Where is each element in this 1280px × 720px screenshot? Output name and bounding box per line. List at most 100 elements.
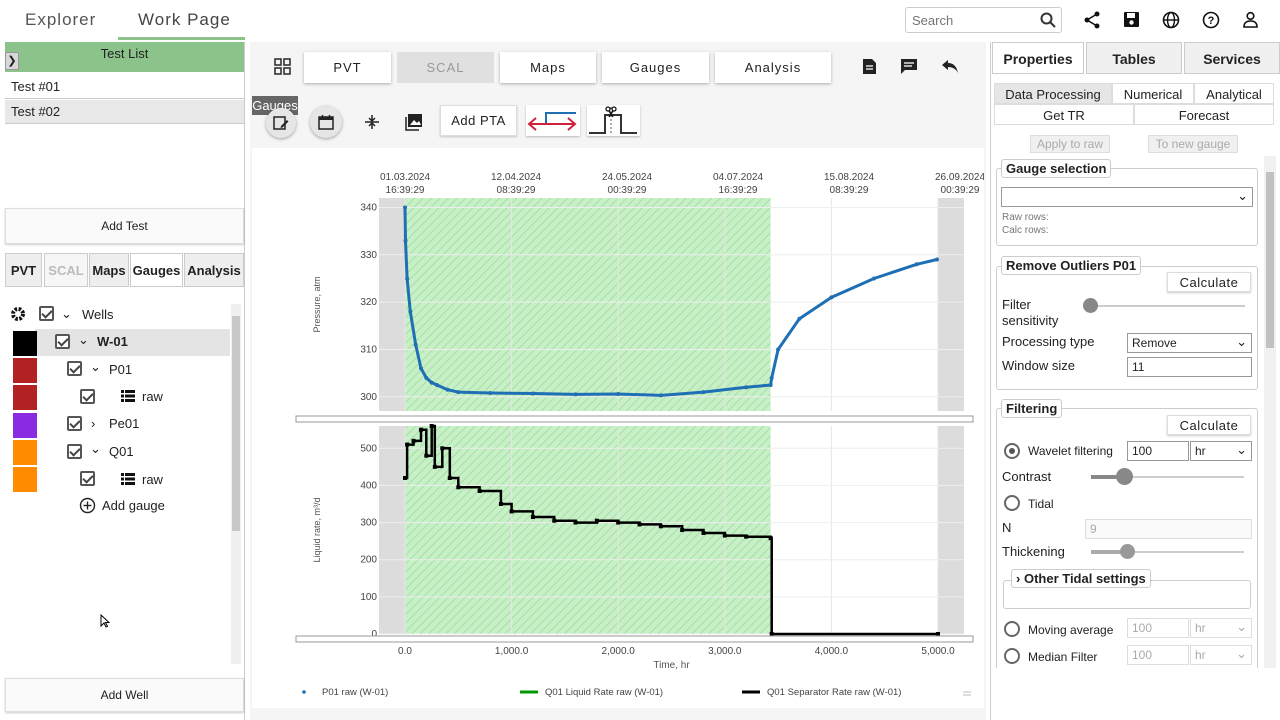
add-gauge-link[interactable]: Add gauge: [102, 498, 165, 513]
chevron-down-icon[interactable]: ⌄: [90, 359, 101, 375]
share-icon[interactable]: [1083, 11, 1101, 29]
help-icon[interactable]: ?: [1202, 11, 1220, 29]
checkbox-p01-raw[interactable]: [80, 389, 95, 404]
chevron-down-icon[interactable]: ⌄: [61, 306, 72, 322]
window-size-input[interactable]: 11: [1127, 357, 1252, 377]
drag-handle-icon[interactable]: [963, 690, 971, 698]
color-swatch-q01[interactable]: [13, 440, 37, 465]
expand-panel-button[interactable]: ❯: [5, 52, 19, 70]
search-input[interactable]: [912, 9, 1042, 31]
center-tab-analysis[interactable]: Analysis: [715, 52, 831, 83]
compress-button[interactable]: [356, 106, 388, 138]
color-swatch-q01-raw[interactable]: [13, 467, 37, 492]
tree-q01[interactable]: Q01: [109, 444, 134, 459]
globe-icon[interactable]: [1162, 11, 1180, 29]
color-swatch-pe01[interactable]: [13, 413, 37, 438]
center-tab-gauges[interactable]: Gauges: [602, 52, 709, 83]
search-box[interactable]: [905, 7, 1062, 33]
thickening-knob[interactable]: [1120, 544, 1135, 559]
chart-svg[interactable]: 300310320330340Pressure, atm010020030040…: [252, 148, 985, 708]
filtering-calculate-button[interactable]: Calculate: [1167, 415, 1251, 435]
document-icon[interactable]: [862, 58, 877, 75]
checkbox-pe01[interactable]: [67, 416, 82, 431]
image-button[interactable]: [398, 106, 430, 138]
user-icon[interactable]: [1242, 11, 1259, 28]
wavelet-unit-select[interactable]: hr ⌄: [1190, 441, 1252, 461]
checkbox-q01[interactable]: [67, 444, 82, 459]
to-new-gauge-button[interactable]: To new gauge: [1148, 135, 1238, 153]
n-input[interactable]: 9: [1085, 519, 1252, 539]
moving-average-unit[interactable]: hr ⌄: [1190, 618, 1252, 638]
center-tab-maps[interactable]: Maps: [500, 52, 596, 83]
left-tab-scal[interactable]: SCAL: [44, 253, 88, 287]
subtab-analytical[interactable]: Analytical: [1194, 83, 1274, 104]
tree-pe01[interactable]: Pe01: [109, 416, 139, 431]
right-tab-services[interactable]: Services: [1184, 42, 1280, 74]
test-item-01[interactable]: Test #01: [5, 75, 244, 99]
center-tab-scal[interactable]: SCAL: [397, 52, 494, 83]
tree-scrollbar[interactable]: [231, 304, 241, 664]
tidal-radio[interactable]: [1004, 495, 1020, 511]
subtab-get-tr[interactable]: Get TR: [994, 104, 1134, 125]
shift-button[interactable]: [526, 105, 580, 136]
median-filter-input[interactable]: 100: [1127, 645, 1189, 665]
right-scrollbar-thumb[interactable]: [1266, 172, 1274, 348]
add-circle-icon[interactable]: [79, 497, 96, 514]
subtab-data-processing[interactable]: Data Processing: [994, 83, 1112, 104]
checkbox-p01[interactable]: [67, 361, 82, 376]
undo-icon[interactable]: [941, 59, 959, 74]
median-filter-radio[interactable]: [1004, 648, 1020, 664]
left-tab-gauges[interactable]: Gauges: [130, 253, 183, 287]
chevron-down-icon[interactable]: ⌄: [78, 332, 89, 348]
left-tab-maps[interactable]: Maps: [89, 253, 129, 287]
chevron-down-icon[interactable]: ⌄: [90, 441, 101, 457]
wavelet-radio[interactable]: [1004, 443, 1020, 459]
right-scrollbar[interactable]: [1264, 156, 1276, 668]
cut-button[interactable]: [587, 105, 640, 136]
other-tidal-toggle[interactable]: › Other Tidal settings: [1011, 569, 1151, 588]
right-tab-properties[interactable]: Properties: [992, 42, 1084, 74]
tree-wells[interactable]: Wells: [82, 307, 114, 322]
tree-p01[interactable]: P01: [109, 362, 132, 377]
add-test-button[interactable]: Add Test: [5, 208, 244, 244]
comment-icon[interactable]: [900, 58, 918, 75]
checkbox-q01-raw[interactable]: [80, 471, 95, 486]
apply-to-raw-button[interactable]: Apply to raw: [1030, 135, 1110, 153]
edit-gauge-button[interactable]: [266, 108, 296, 138]
color-swatch-w01[interactable]: [13, 331, 37, 356]
left-tab-pvt[interactable]: PVT: [5, 253, 42, 287]
processing-type-select[interactable]: Remove ⌄: [1127, 333, 1252, 353]
tab-work-page[interactable]: Work Page: [138, 0, 231, 40]
scrollbar-thumb[interactable]: [232, 316, 240, 531]
moving-average-radio[interactable]: [1004, 621, 1020, 637]
wavelet-value-input[interactable]: 100: [1127, 441, 1189, 461]
test-item-02[interactable]: Test #02: [5, 100, 244, 124]
tree-q01-raw[interactable]: raw: [142, 472, 163, 487]
outliers-calculate-button[interactable]: Calculate: [1167, 272, 1251, 292]
subtab-forecast[interactable]: Forecast: [1134, 104, 1274, 125]
checkbox-w01[interactable]: [55, 334, 70, 349]
color-swatch-p01[interactable]: [13, 358, 37, 383]
subtab-numerical[interactable]: Numerical: [1112, 83, 1194, 104]
tab-explorer[interactable]: Explorer: [25, 0, 96, 40]
calendar-button[interactable]: [310, 106, 342, 138]
filter-sensitivity-slider[interactable]: [1089, 305, 1245, 307]
median-filter-unit[interactable]: hr ⌄: [1190, 645, 1252, 665]
search-icon[interactable]: [1040, 12, 1056, 28]
color-swatch-p01-raw[interactable]: [13, 385, 37, 410]
contrast-knob[interactable]: [1116, 468, 1133, 485]
save-icon[interactable]: [1123, 11, 1140, 28]
tree-p01-raw[interactable]: raw: [142, 389, 163, 404]
add-pta-button[interactable]: Add PTA: [440, 105, 517, 136]
filter-sensitivity-knob[interactable]: [1083, 298, 1098, 313]
checkbox-wells[interactable]: [39, 306, 54, 321]
grid-icon[interactable]: [274, 58, 291, 75]
center-tab-pvt[interactable]: PVT: [304, 52, 391, 83]
tree-w01[interactable]: W-01: [97, 334, 128, 349]
moving-average-input[interactable]: 100: [1127, 618, 1189, 638]
chevron-right-icon[interactable]: ›: [91, 416, 95, 431]
add-well-button[interactable]: Add Well: [5, 678, 244, 712]
right-tab-tables[interactable]: Tables: [1086, 42, 1182, 74]
gear-icon[interactable]: [10, 306, 26, 322]
gauge-select[interactable]: ⌄: [1001, 187, 1253, 207]
